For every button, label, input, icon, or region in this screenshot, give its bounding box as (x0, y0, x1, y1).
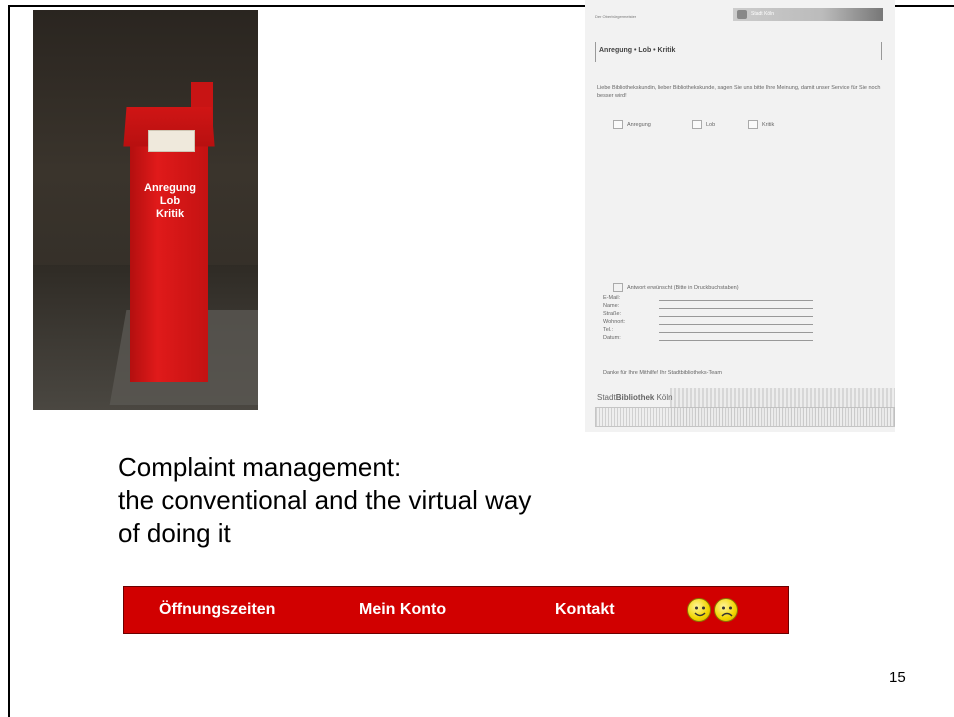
form-answer-request: Antwort erwünscht (Bitte in Druckbuchsta… (613, 283, 739, 292)
form-fields: E-Mail: Name: Straße: Wohnort: Tel.: Dat… (603, 293, 813, 341)
caption-line: the conventional and the virtual way (118, 485, 532, 515)
city-logo-banner: Stadt Köln (733, 8, 883, 21)
card-slot (148, 130, 195, 152)
answer-label: Antwort erwünscht (Bitte in Druckbuchsta… (627, 284, 739, 291)
checkbox-icon (613, 283, 623, 292)
stand-label-line: Lob (159, 195, 181, 207)
library-nav-bar: Öffnungszeiten Mein Konto Kontakt (123, 586, 789, 634)
checkbox-icon (613, 120, 623, 129)
slide-caption: Complaint management: the conventional a… (118, 451, 531, 550)
feedback-stand-photo: Anregung Lob Kritik (33, 10, 258, 410)
checkbox-label: Anregung (627, 121, 651, 128)
form-field: Straße: (603, 309, 813, 317)
form-title: Anregung • Lob • Kritik (599, 47, 676, 54)
form-field: Tel.: (603, 325, 813, 333)
checkbox-label: Lob (706, 121, 716, 128)
form-header-left: Der Oberbürgermeister (595, 14, 637, 19)
stand-label-line: Kritik (155, 208, 185, 220)
form-barcode-strip (595, 407, 895, 427)
nav-oeffnungszeiten[interactable]: Öffnungszeiten (159, 601, 275, 619)
nav-mein-konto[interactable]: Mein Konto (359, 601, 446, 619)
caption-line: Complaint management: (118, 452, 402, 482)
checkbox-label: Kritik (762, 121, 775, 128)
form-field: Wohnort: (603, 317, 813, 325)
form-checkbox-kritik: Kritik (748, 120, 774, 129)
form-brand: StadtBibliothek Köln (597, 393, 673, 402)
caption-line: of doing it (118, 518, 231, 548)
checkbox-icon (748, 120, 758, 129)
form-rule-right (881, 42, 882, 60)
city-logo-text: Stadt Köln (751, 11, 775, 17)
form-checkbox-lob: Lob (692, 120, 715, 129)
checkbox-icon (692, 120, 702, 129)
form-field: E-Mail: (603, 293, 813, 301)
city-crest-icon (737, 10, 747, 19)
feedback-stand (130, 120, 208, 382)
form-field: Name: (603, 301, 813, 309)
form-thanks: Danke für Ihre Mithilfe! Ihr Stadtbiblio… (603, 370, 722, 376)
slide-frame-left (8, 5, 10, 717)
form-field: Datum: (603, 333, 813, 341)
form-rule-left (595, 42, 596, 62)
form-checkbox-anregung: Anregung (613, 120, 651, 129)
page-number: 15 (889, 669, 906, 686)
happy-smiley-icon[interactable] (687, 598, 711, 622)
stand-label: Anregung Lob Kritik (128, 182, 212, 221)
form-intro: Liebe Bibliothekskundin, lieber Biblioth… (597, 85, 881, 99)
sad-smiley-icon[interactable] (714, 598, 738, 622)
feedback-form-scan: Der Oberbürgermeister Stadt Köln Anregun… (585, 0, 895, 432)
stand-label-line: Anregung (144, 182, 196, 194)
nav-kontakt[interactable]: Kontakt (555, 601, 615, 619)
